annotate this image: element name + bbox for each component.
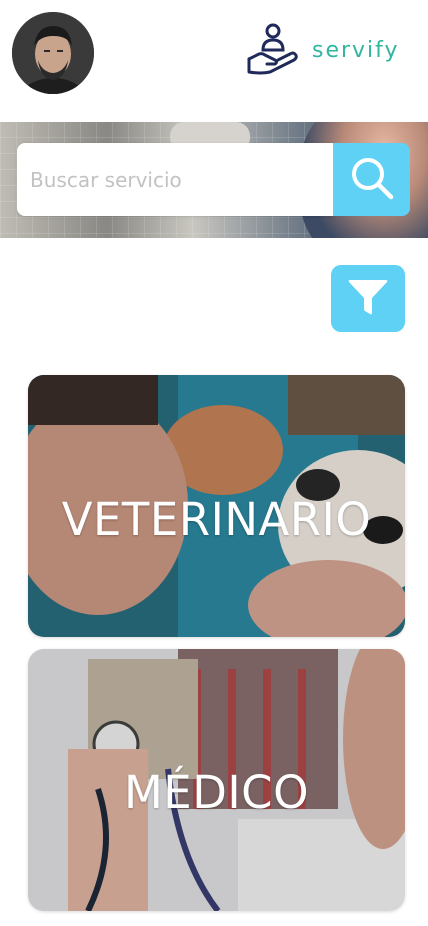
category-label: MÉDICO — [123, 766, 310, 819]
filter-button[interactable] — [331, 265, 405, 332]
search-field[interactable] — [17, 143, 334, 216]
app-header: servify — [0, 0, 428, 110]
category-card-veterinario[interactable]: VETERINARIO — [28, 375, 405, 637]
brand-name: servify — [312, 37, 400, 63]
hand-holding-person-icon — [246, 22, 300, 78]
search-input[interactable] — [28, 166, 322, 193]
search-icon — [349, 155, 395, 205]
servify-logo[interactable]: servify — [246, 22, 416, 78]
category-card-medico[interactable]: MÉDICO — [28, 649, 405, 911]
user-avatar[interactable] — [12, 12, 94, 94]
avatar-portrait-icon — [12, 12, 94, 94]
search-button[interactable] — [333, 143, 410, 216]
category-label: VETERINARIO — [61, 493, 372, 546]
filter-funnel-icon — [347, 276, 389, 322]
